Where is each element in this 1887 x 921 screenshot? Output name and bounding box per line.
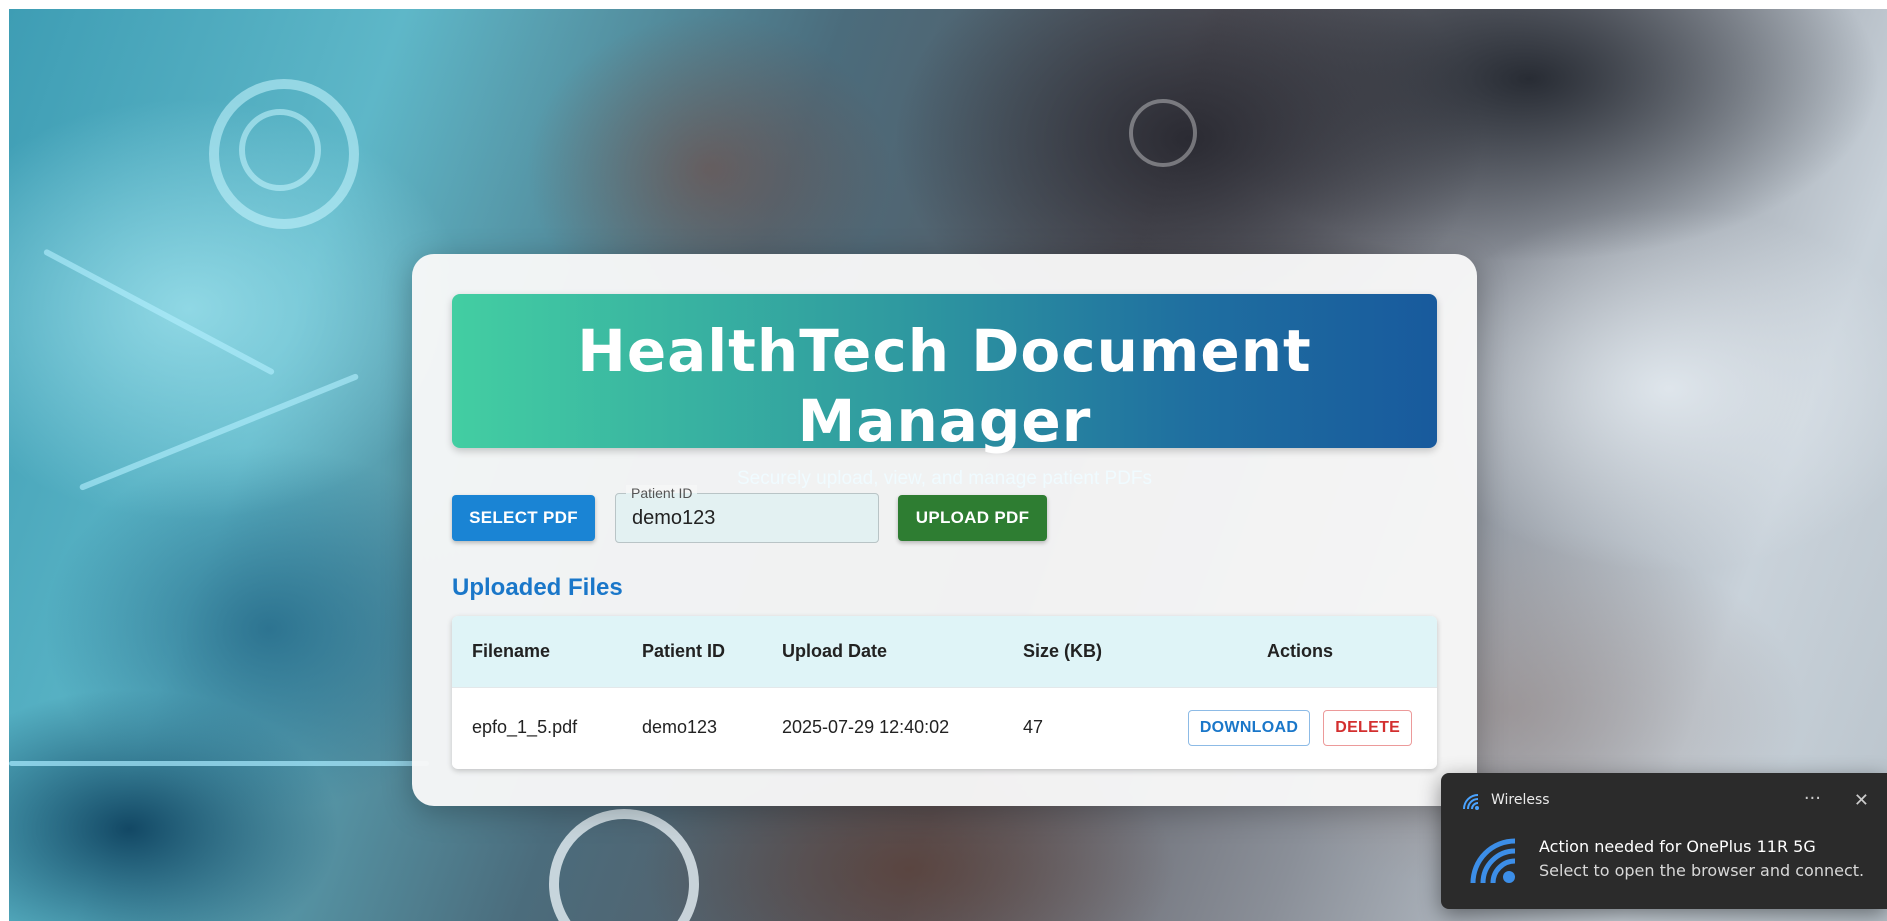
notification-app-name: Wireless — [1491, 792, 1550, 808]
wifi-icon — [1470, 838, 1516, 884]
header-actions: Actions — [1163, 616, 1437, 688]
patient-id-field[interactable]: Patient ID — [615, 485, 879, 543]
files-table: Filename Patient ID Upload Date Size (KB… — [452, 616, 1437, 769]
notification-title: Action needed for OnePlus 11R 5G — [1539, 837, 1816, 856]
cell-filename: epfo_1_5.pdf — [452, 687, 622, 767]
notification-body: Select to open the browser and connect. — [1539, 861, 1865, 880]
wireless-notification[interactable]: Wireless ··· ✕ Action needed for OnePlus… — [1441, 773, 1887, 909]
cell-patient-id: demo123 — [622, 687, 762, 767]
upload-pdf-button[interactable]: UPLOAD PDF — [898, 495, 1047, 541]
patient-id-input[interactable] — [616, 494, 878, 542]
more-icon[interactable]: ··· — [1804, 788, 1821, 809]
main-card: HealthTech Document Manager Securely upl… — [412, 254, 1477, 806]
uploaded-files-heading: Uploaded Files — [452, 574, 623, 601]
background-ring — [549, 809, 699, 921]
background-streak — [9, 761, 429, 766]
download-button[interactable]: DOWNLOAD — [1187, 709, 1311, 746]
delete-button[interactable]: DELETE — [1323, 709, 1413, 746]
wifi-icon — [1463, 794, 1479, 810]
notification-header: Wireless ··· ✕ — [1461, 788, 1887, 814]
cell-actions: DOWNLOAD DELETE — [1163, 687, 1437, 767]
page-title: HealthTech Document Manager — [577, 317, 1312, 455]
select-pdf-button[interactable]: SELECT PDF — [452, 495, 595, 541]
header-filename: Filename — [452, 616, 622, 688]
table-header-row: Filename Patient ID Upload Date Size (KB… — [452, 616, 1437, 688]
background-streak — [42, 248, 276, 376]
header-size: Size (KB) — [1003, 616, 1163, 688]
hero-banner: HealthTech Document Manager Securely upl… — [452, 294, 1437, 489]
background-streak — [78, 373, 360, 491]
cell-size: 47 — [1003, 687, 1163, 767]
page-subtitle: Securely upload, view, and manage patien… — [736, 468, 1153, 489]
table-row: epfo_1_5.pdf demo123 2025-07-29 12:40:02… — [452, 687, 1437, 767]
cell-upload-date: 2025-07-29 12:40:02 — [762, 687, 1003, 767]
close-icon[interactable]: ✕ — [1854, 790, 1869, 811]
background-ring — [239, 109, 321, 191]
upload-toolbar: SELECT PDF Patient ID UPLOAD PDF — [452, 485, 1437, 549]
header-upload-date: Upload Date — [762, 616, 1003, 688]
header-patient-id: Patient ID — [622, 616, 762, 688]
background-ring — [1129, 99, 1197, 167]
